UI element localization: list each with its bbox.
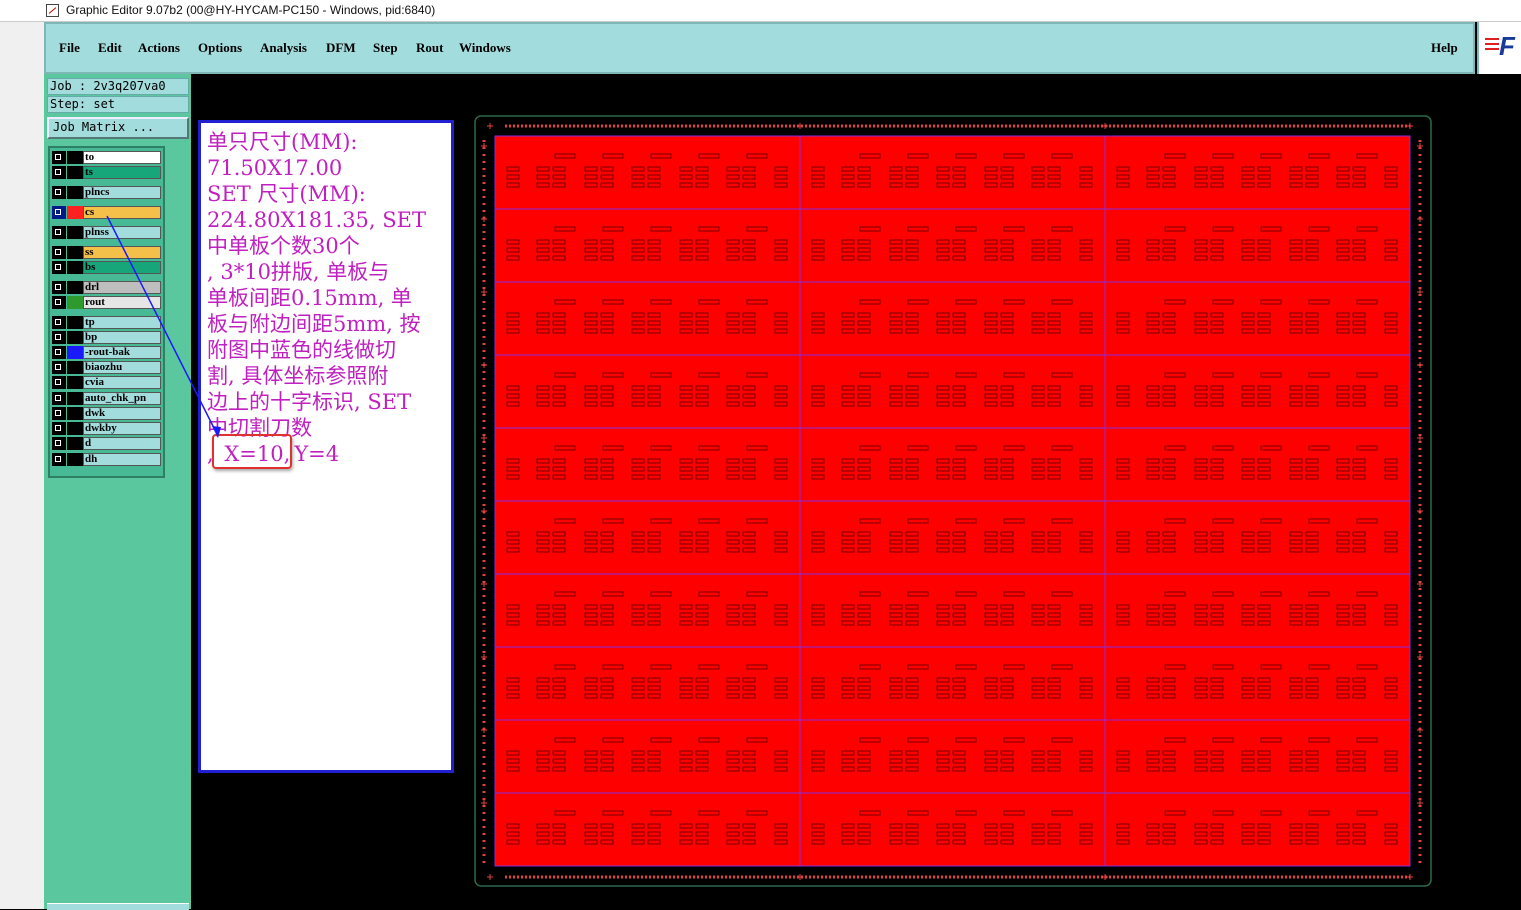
arrow-head-icon [212, 426, 221, 438]
annotation-arrow [106, 215, 219, 437]
graphic-canvas[interactable] [0, 0, 1521, 909]
